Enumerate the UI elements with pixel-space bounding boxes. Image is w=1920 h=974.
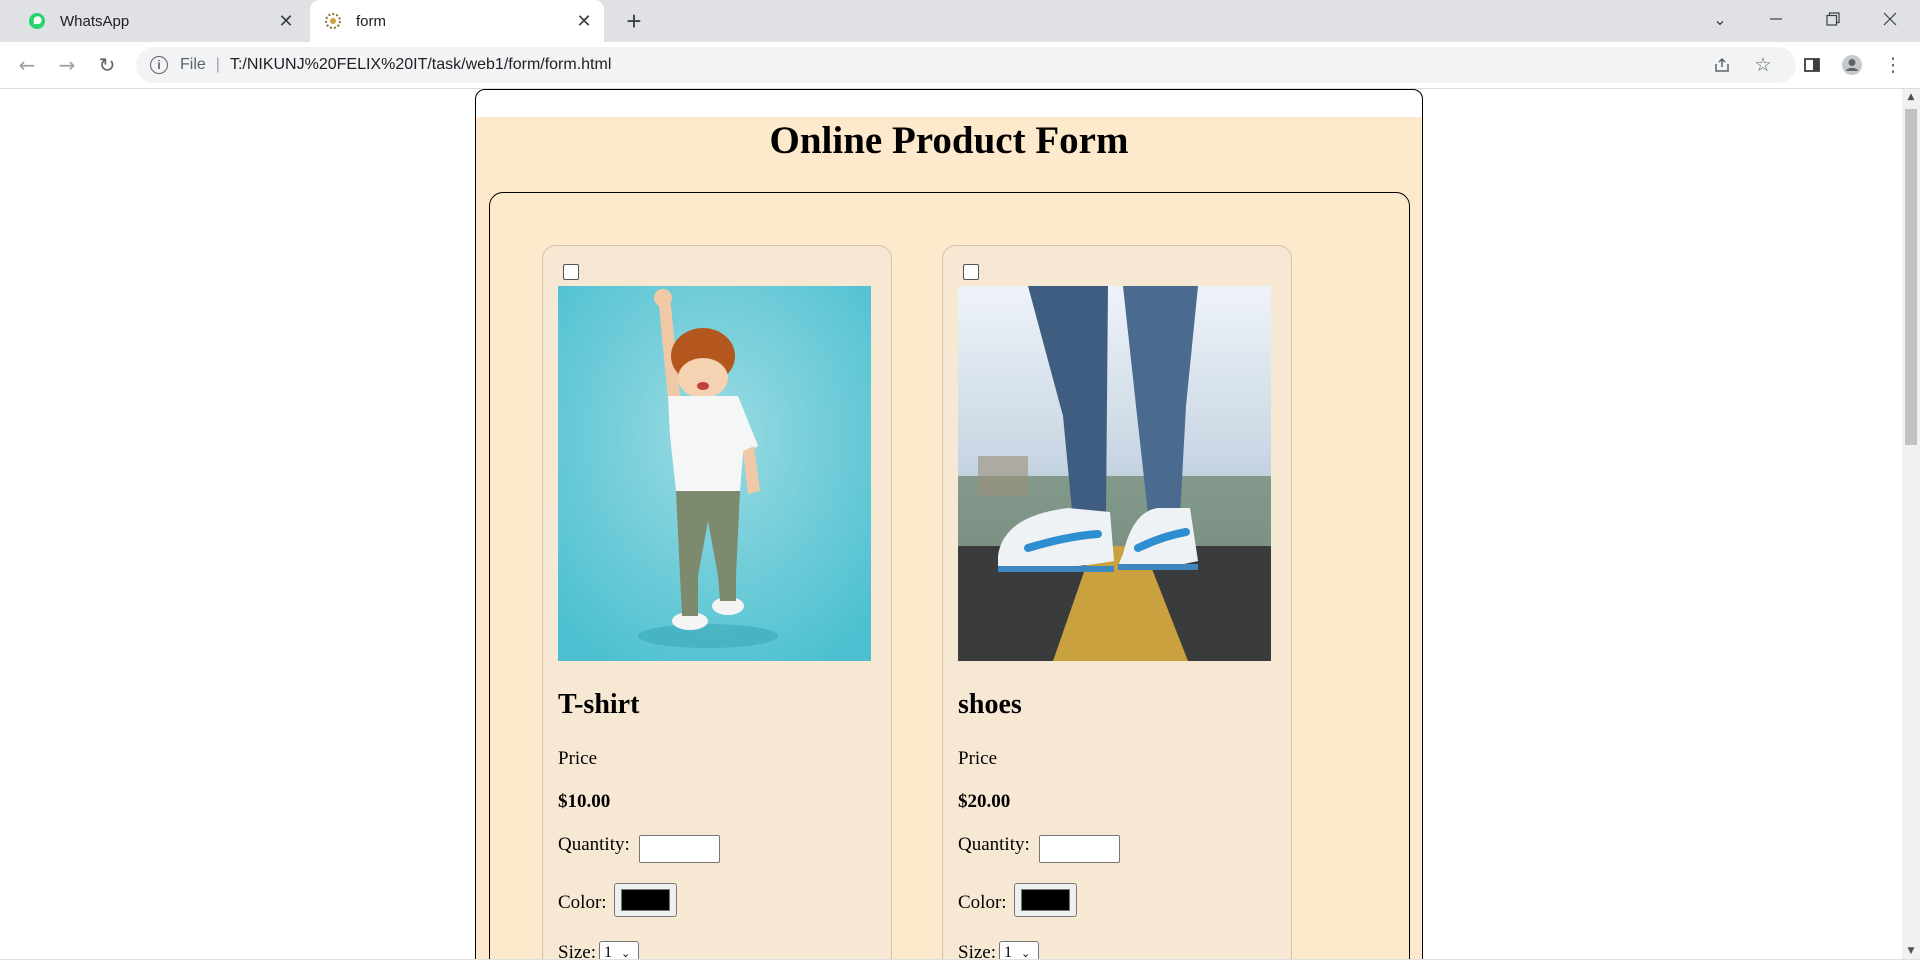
chevron-down-icon: ⌄: [1021, 947, 1031, 959]
tab-search-icon[interactable]: ⌄: [1692, 0, 1748, 38]
page-title: Online Product Form: [769, 119, 1129, 162]
quantity-label: Quantity:: [958, 834, 1030, 855]
price-label: Price: [558, 748, 598, 769]
chevron-down-icon: ⌄: [621, 947, 631, 959]
color-label: Color:: [958, 892, 1007, 913]
tab-title: WhatsApp: [60, 12, 130, 30]
quantity-label: Quantity:: [558, 834, 630, 855]
product-name: shoes: [958, 689, 1022, 720]
close-tab-icon[interactable]: ✕: [570, 7, 598, 35]
size-label: Size:: [558, 942, 596, 959]
products-fieldset: T-shirt Price $10.00 Quantity: Color: Si…: [489, 192, 1410, 959]
page-scrollbar[interactable]: ▲ ▼: [1902, 89, 1920, 959]
product-card-tshirt: T-shirt Price $10.00 Quantity: Color: Si…: [542, 245, 892, 959]
select-product-checkbox[interactable]: [963, 264, 979, 280]
site-info-icon[interactable]: i: [150, 56, 168, 74]
select-product-checkbox[interactable]: [563, 264, 579, 280]
back-icon[interactable]: ←: [12, 50, 42, 80]
new-tab-button[interactable]: +: [620, 8, 648, 36]
restore-icon[interactable]: [1805, 0, 1861, 38]
address-bar[interactable]: i File | T:/NIKUNJ%20FELIX%20IT/task/web…: [136, 47, 1796, 83]
scroll-up-arrow-icon[interactable]: ▲: [1902, 89, 1920, 105]
color-label: Color:: [558, 892, 607, 913]
scroll-down-arrow-icon[interactable]: ▼: [1902, 943, 1920, 959]
profile-avatar-icon[interactable]: [1837, 50, 1867, 80]
share-icon[interactable]: [1707, 50, 1737, 80]
product-form: Online Product Form T-shirt Price $10.00…: [475, 89, 1423, 959]
quantity-input[interactable]: [1039, 835, 1120, 863]
color-picker[interactable]: [614, 883, 677, 917]
size-selected-value: 1: [1004, 944, 1012, 959]
bookmark-star-icon[interactable]: ☆: [1748, 50, 1778, 80]
price-label: Price: [958, 748, 998, 769]
product-name: T-shirt: [558, 689, 640, 720]
minimize-icon[interactable]: [1748, 0, 1804, 38]
size-select[interactable]: 1 ⌄: [599, 941, 639, 959]
shoes-product-image: [958, 286, 1271, 661]
price-value: $10.00: [558, 791, 611, 812]
url-text[interactable]: T:/NIKUNJ%20FELIX%20IT/task/web1/form/fo…: [230, 56, 611, 74]
price-value: $20.00: [958, 791, 1011, 812]
page-viewport: Online Product Form T-shirt Price $10.00…: [0, 89, 1902, 959]
tab-title: form: [356, 12, 386, 30]
forward-icon[interactable]: →: [52, 50, 82, 80]
reload-icon[interactable]: ↻: [92, 50, 122, 80]
size-select[interactable]: 1 ⌄: [999, 941, 1039, 959]
status-bar: [0, 959, 1920, 974]
color-swatch: [1021, 889, 1070, 911]
tshirt-product-image: [558, 286, 871, 661]
whatsapp-icon: [28, 12, 46, 30]
tab-form[interactable]: form ✕: [310, 0, 604, 42]
size-label: Size:: [958, 942, 996, 959]
close-tab-icon[interactable]: ✕: [272, 7, 300, 35]
quantity-input[interactable]: [639, 835, 720, 863]
side-panel-icon[interactable]: [1797, 50, 1827, 80]
browser-toolbar: ← → ↻ i File | T:/NIKUNJ%20FELIX%20IT/ta…: [0, 42, 1920, 89]
color-picker[interactable]: [1014, 883, 1077, 917]
address-separator: |: [215, 56, 220, 73]
menu-kebab-icon[interactable]: ⋮: [1878, 50, 1908, 80]
scrollbar-thumb[interactable]: [1905, 109, 1917, 445]
size-selected-value: 1: [604, 944, 612, 959]
color-swatch: [621, 889, 670, 911]
close-window-icon[interactable]: [1862, 0, 1918, 38]
page-favicon-icon: [324, 12, 342, 30]
tab-strip: WhatsApp ✕ form ✕ + ⌄: [0, 0, 1920, 42]
product-card-shoes: shoes Price $20.00 Quantity: Color: Size…: [942, 245, 1292, 959]
scheme-label: File: [180, 56, 206, 73]
tab-whatsapp[interactable]: WhatsApp ✕: [14, 0, 306, 42]
